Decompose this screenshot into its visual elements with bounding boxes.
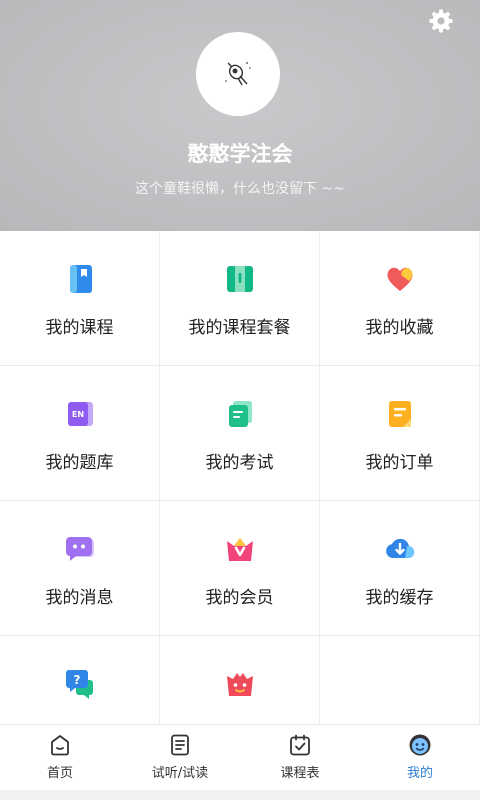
course-book-icon	[70, 265, 92, 293]
question-help-icon: ?	[66, 670, 93, 699]
menu-label: 我的课程	[45, 318, 114, 338]
vip-crown-icon	[227, 538, 253, 561]
tab-schedule[interactable]: 课程表	[240, 725, 360, 791]
menu-my-membership[interactable]: 我的会员	[160, 501, 320, 636]
menu-my-course-packages[interactable]: 我的课程套餐	[160, 231, 320, 366]
avatar[interactable]	[196, 32, 280, 116]
menu-label: 我的会员	[205, 588, 274, 608]
menu-label: 我的缓存	[365, 588, 434, 608]
menu-label: 我的订单	[365, 453, 434, 473]
gift-bag-icon	[227, 673, 253, 696]
tab-label: 试听/试读	[151, 766, 209, 781]
menu-grid: 我的课程 我的课程套餐 我的收藏 EN 我的题库 我的考试 我的订单 我的消息 …	[0, 231, 480, 724]
astronaut-avatar-icon	[225, 62, 251, 86]
message-bubble-icon	[66, 537, 94, 561]
cloud-download-icon	[386, 538, 415, 558]
menu-my-exams[interactable]: 我的考试	[160, 366, 320, 501]
favorite-heart-icon	[387, 267, 413, 291]
question-bank-icon: EN	[68, 402, 93, 426]
profile-face-icon	[409, 734, 431, 756]
svg-text:EN: EN	[72, 410, 84, 419]
bottom-tab-bar: 首页 试听/试读 课程表 我的	[0, 724, 480, 790]
home-icon	[51, 735, 69, 756]
menu-label: 我的消息	[45, 588, 114, 608]
exam-scroll-icon	[229, 401, 252, 427]
tab-mine[interactable]: 我的	[360, 725, 480, 791]
tab-label: 我的	[406, 766, 433, 781]
menu-my-messages[interactable]: 我的消息	[0, 501, 160, 636]
menu-label: 我的收藏	[365, 318, 434, 338]
menu-my-favorites[interactable]: 我的收藏	[320, 231, 480, 366]
menu-my-orders[interactable]: 我的订单	[320, 366, 480, 501]
menu-label: 我的课程套餐	[188, 318, 291, 338]
menu-my-question-bank[interactable]: EN 我的题库	[0, 366, 160, 501]
settings-gear-icon[interactable]	[428, 8, 454, 34]
menu-label: 我的题库	[45, 453, 114, 473]
order-note-icon	[389, 401, 411, 427]
menu-my-courses[interactable]: 我的课程	[0, 231, 160, 366]
menu-help-center[interactable]: ?	[0, 636, 160, 724]
menu-label: 我的考试	[205, 453, 274, 473]
tab-label: 首页	[46, 766, 73, 781]
trial-doc-icon	[171, 734, 189, 756]
menu-my-cache[interactable]: 我的缓存	[320, 501, 480, 636]
menu-empty-slot	[320, 636, 480, 724]
tab-label: 课程表	[280, 766, 320, 781]
calendar-check-icon	[290, 734, 310, 756]
svg-text:?: ?	[74, 673, 81, 687]
username: 憨憨学注会	[187, 142, 293, 166]
user-bio: 这个童鞋很懒，什么也没留下 ~~	[135, 181, 345, 197]
tab-home[interactable]: 首页	[0, 725, 120, 791]
profile-header: 憨憨学注会 这个童鞋很懒，什么也没留下 ~~	[0, 0, 480, 231]
bottom-safe-area	[0, 790, 480, 800]
course-package-icon	[227, 266, 253, 292]
menu-gift[interactable]	[160, 636, 320, 724]
tab-trial[interactable]: 试听/试读	[120, 725, 240, 791]
